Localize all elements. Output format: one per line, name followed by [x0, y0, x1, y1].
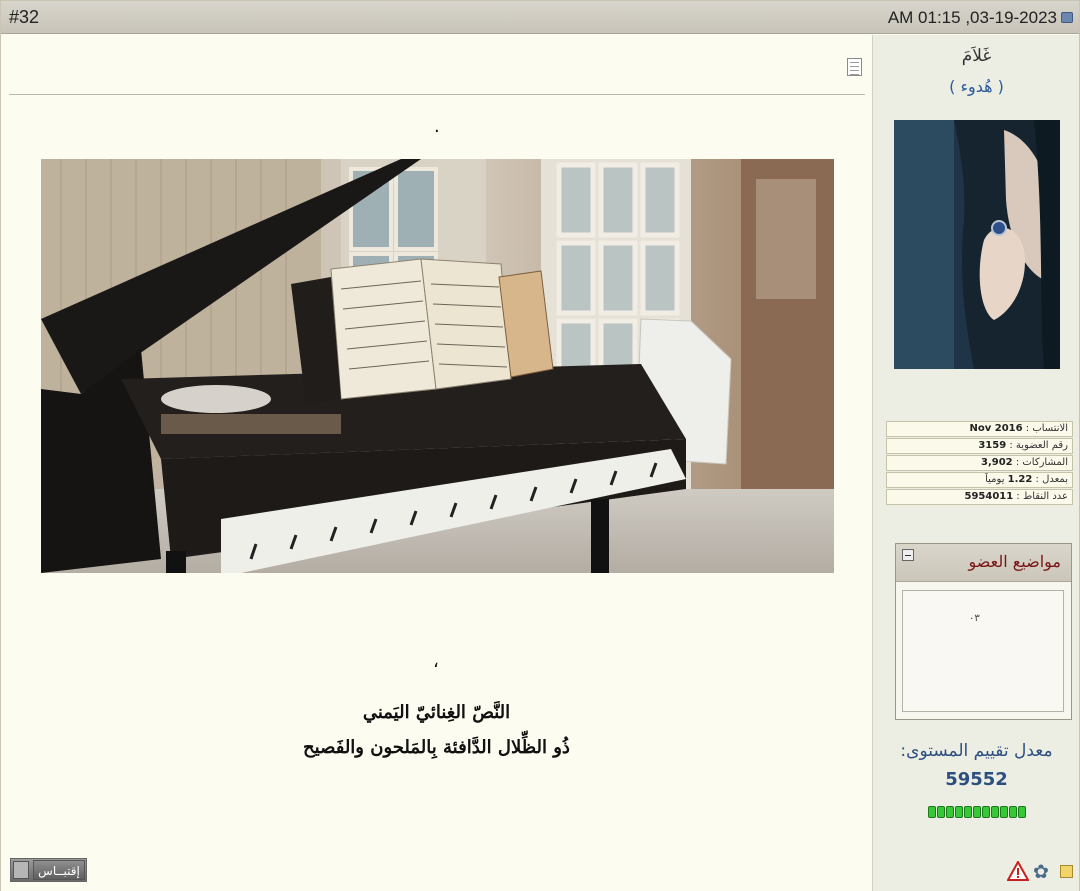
- reputation-segment: [982, 806, 990, 818]
- forum-post: #32 AM 01:15 ,03-19-2023 . ، النَّصّ الغ…: [0, 0, 1080, 891]
- post-date: AM 01:15 ,03-19-2023: [887, 8, 1057, 27]
- post-header: #32 AM 01:15 ,03-19-2023: [1, 1, 1079, 34]
- member-topics-title: مواضيع العضو: [968, 552, 1061, 571]
- multiquote-checkbox[interactable]: [13, 861, 29, 879]
- member-topics-list[interactable]: ٠٣: [902, 590, 1064, 712]
- user-info: الانتساب : Nov 2016 رقم العضوية : 3159 ا…: [886, 421, 1073, 506]
- doc-icon: [847, 58, 862, 76]
- reputation-segment: [1009, 806, 1017, 818]
- info-posts: المشاركات : 3,902: [886, 455, 1073, 471]
- text-comma: ،: [433, 651, 439, 672]
- member-topics-box: مواضيع العضو ٠٣: [895, 543, 1072, 720]
- text-line-2: ذُو الظِّلال الدَّافئة بِالمَلحون والفَص…: [303, 737, 570, 758]
- info-member-id: رقم العضوية : 3159: [886, 438, 1073, 454]
- collapse-icon[interactable]: [902, 549, 914, 561]
- level-value: 59552: [945, 769, 1008, 790]
- gear-icon[interactable]: ✿: [1033, 861, 1055, 883]
- info-join-date: الانتساب : Nov 2016: [886, 421, 1073, 437]
- reputation-segment: [937, 806, 945, 818]
- reputation-segment: [973, 806, 981, 818]
- quote-button-label: إقتبــاس: [33, 860, 85, 880]
- post-number[interactable]: #32: [9, 7, 39, 28]
- member-topics-placeholder: ٠٣: [969, 613, 980, 624]
- divider: [9, 94, 865, 95]
- piano-photo: [41, 159, 834, 573]
- piano-image: [41, 159, 834, 573]
- member-topics-header: مواضيع العضو: [896, 544, 1071, 582]
- reputation-segment: [946, 806, 954, 818]
- reputation-bar: [928, 806, 1026, 819]
- reputation-icon[interactable]: [1060, 865, 1073, 878]
- warning-icon[interactable]: [1007, 861, 1029, 881]
- level-label: معدل تقييم المستوى:: [900, 741, 1053, 761]
- text-dot: .: [434, 116, 440, 137]
- text-line-1: النَّصّ الغِنائيّ اليَمني: [362, 702, 511, 723]
- reputation-segment: [1000, 806, 1008, 818]
- username-link[interactable]: غَلاَمَ: [873, 46, 1080, 66]
- user-sidebar: غَلاَمَ ( هُدوء ) الانتساب : Nov 2016 رق…: [872, 35, 1079, 891]
- avatar[interactable]: [894, 120, 1060, 369]
- user-title: ( هُدوء ): [949, 77, 1004, 96]
- post-content: . ، النَّصّ الغِنائيّ اليَمني ذُو الظِّل…: [1, 35, 872, 891]
- info-rate: بمعدل : 1.22 يومياً: [886, 472, 1073, 488]
- reputation-segment: [991, 806, 999, 818]
- reputation-segment: [928, 806, 936, 818]
- reputation-segment: [964, 806, 972, 818]
- quote-button[interactable]: إقتبــاس: [10, 858, 87, 882]
- reputation-segment: [955, 806, 963, 818]
- reputation-segment: [1018, 806, 1026, 818]
- info-points: عدد النقاط : 5954011: [886, 489, 1073, 505]
- avatar-image: [894, 120, 1060, 369]
- post-action-icons: ✿: [1007, 861, 1077, 885]
- calendar-icon: [1061, 12, 1073, 23]
